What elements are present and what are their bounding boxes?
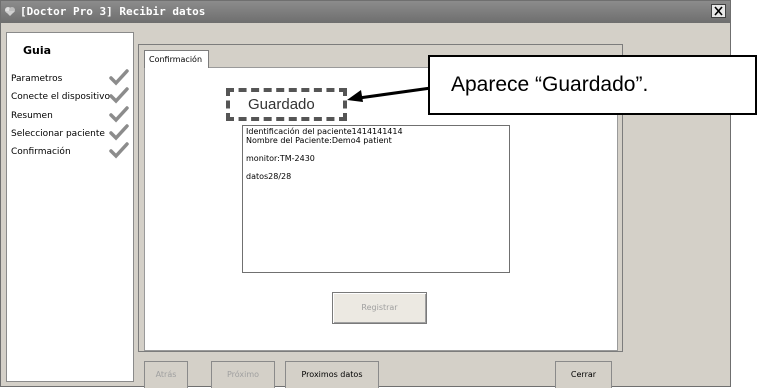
close-button[interactable]: Cerrar — [555, 361, 612, 388]
step-label: Confirmación — [11, 147, 71, 157]
data-count-line: datos28/28 — [246, 172, 292, 181]
title-bar[interactable]: [Doctor Pro 3] Recibir datos — [1, 1, 730, 23]
checkmark-icon — [109, 106, 129, 123]
callout-text: Aparece “Guardado”. — [451, 73, 649, 96]
patient-name-line: Nombre del Paciente:Demo4 patient — [246, 136, 392, 145]
close-window-button[interactable] — [711, 4, 726, 18]
close-icon — [714, 6, 723, 16]
tab-label: Confirmación — [149, 55, 203, 64]
checkmark-icon — [109, 142, 129, 159]
checkmark-icon — [109, 124, 129, 141]
patient-info-box: Identificación del paciente1414141414 No… — [242, 125, 510, 273]
checkmark-icon — [109, 87, 129, 104]
saved-status-label: Guardado — [226, 88, 347, 121]
guide-panel: Guia Parametros Conecte el dispositivo R… — [6, 32, 134, 382]
step-label: Seleccionar paciente — [11, 129, 105, 139]
step-confirmacion: Confirmación — [11, 142, 129, 162]
next-button[interactable]: Próximo — [211, 361, 275, 388]
app-heart-icon — [5, 7, 15, 16]
step-label: Conecte el dispositivo — [11, 92, 110, 102]
annotation-callout: Aparece “Guardado”. — [428, 55, 757, 115]
window-title: [Doctor Pro 3] Recibir datos — [20, 5, 206, 18]
step-label: Resumen — [11, 111, 53, 121]
back-button[interactable]: Atrás — [144, 361, 188, 388]
guide-title: Guia — [23, 44, 52, 57]
saved-status-text: Guardado — [248, 96, 315, 113]
callout-arrow — [347, 86, 432, 102]
patient-id-line: Identificación del paciente1414141414 — [246, 127, 403, 136]
next-data-button[interactable]: Proximos datos — [285, 361, 379, 388]
register-button[interactable]: Registrar — [332, 292, 427, 324]
tab-confirmacion[interactable]: Confirmación — [144, 50, 209, 68]
checkmark-icon — [109, 69, 129, 86]
monitor-line: monitor:TM-2430 — [246, 154, 315, 163]
step-label: Parametros — [11, 74, 63, 84]
